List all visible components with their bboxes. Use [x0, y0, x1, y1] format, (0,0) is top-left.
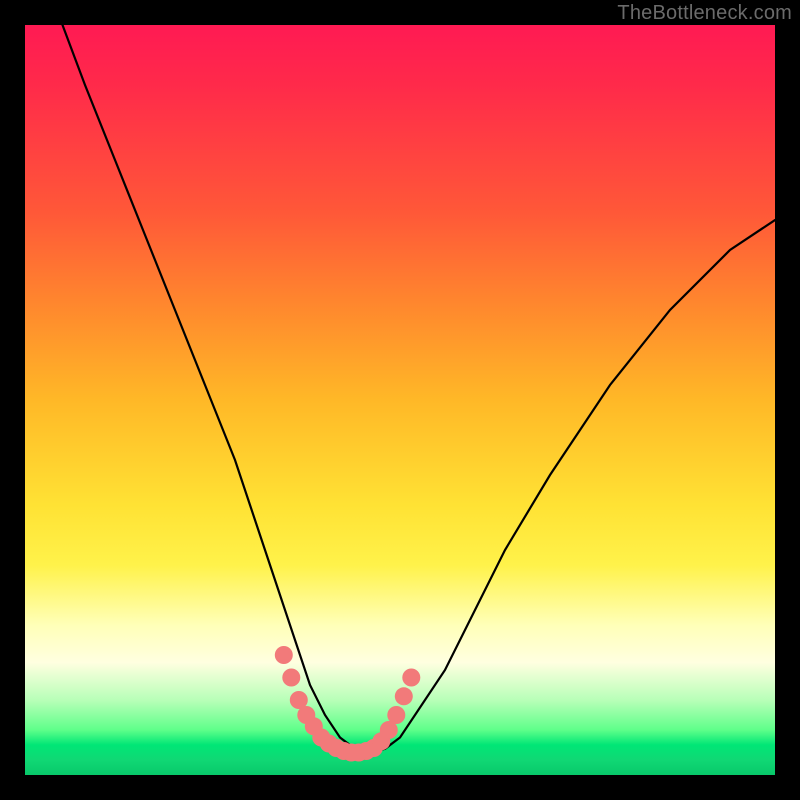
- valley-markers: [275, 646, 421, 762]
- bottleneck-curve: [63, 25, 776, 753]
- valley-marker: [387, 706, 405, 724]
- chart-frame: TheBottleneck.com: [0, 0, 800, 800]
- watermark-text: TheBottleneck.com: [617, 2, 792, 25]
- valley-marker: [282, 669, 300, 687]
- plot-area: [25, 25, 775, 775]
- valley-marker: [402, 669, 420, 687]
- valley-marker: [275, 646, 293, 664]
- valley-marker: [395, 687, 413, 705]
- chart-svg: [25, 25, 775, 775]
